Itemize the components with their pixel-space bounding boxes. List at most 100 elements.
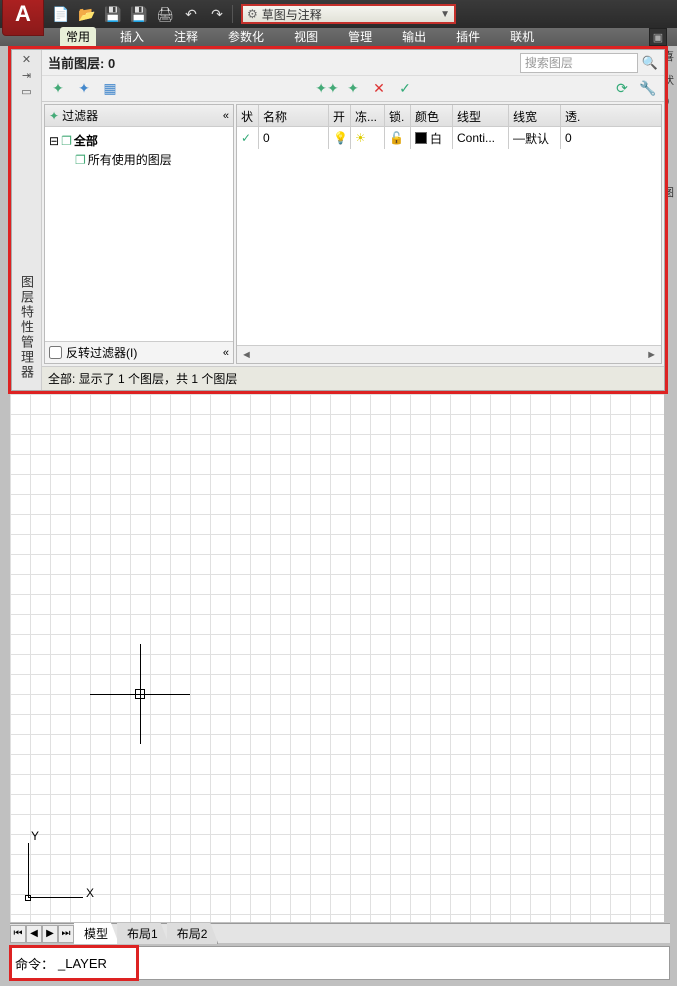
scroll-left-icon[interactable]: ◄: [241, 349, 252, 361]
lineweight-icon: —: [513, 131, 525, 145]
refresh-icon[interactable]: ⟳: [612, 79, 632, 99]
search-input[interactable]: 搜索图层: [520, 53, 638, 73]
pickbox-cursor: [135, 689, 145, 699]
col-lock[interactable]: 锁.: [385, 105, 411, 126]
tab-prev-icon[interactable]: ◀: [26, 925, 42, 943]
tab-output[interactable]: 输出: [396, 27, 432, 46]
col-freeze[interactable]: 冻...: [351, 105, 385, 126]
qat-separator: [232, 5, 233, 23]
filter-icon: ✦: [49, 109, 59, 123]
tree-all-label: 全部: [74, 132, 98, 149]
freeze-layer-icon[interactable]: ✦: [343, 79, 363, 99]
tree-item-all[interactable]: ⊟ ❐ 全部: [49, 131, 229, 150]
tab-annotate[interactable]: 注释: [168, 27, 204, 46]
tree-item-used[interactable]: ❐ 所有使用的图层: [49, 150, 229, 169]
settings-icon[interactable]: 🔧: [638, 79, 658, 99]
tab-layout1[interactable]: 布局1: [117, 923, 169, 944]
panel-side-controls: ✕ ⇥ ▭ 图层特性管理器: [12, 50, 42, 390]
tab-manage[interactable]: 管理: [342, 27, 378, 46]
saveas-icon[interactable]: 💾: [128, 3, 150, 25]
layout-tabs: ⏮ ◀ ▶ ⏭ 模型 布局1 布局2: [10, 923, 670, 943]
collapse-icon[interactable]: «: [223, 347, 229, 359]
command-label: 命令：: [15, 954, 54, 973]
print-icon[interactable]: 🖨: [154, 3, 176, 25]
new-group-icon[interactable]: ✦: [74, 79, 94, 99]
tab-parametric[interactable]: 参数化: [222, 27, 270, 46]
search-icon[interactable]: 🔍: [642, 55, 658, 71]
app-logo[interactable]: A: [2, 0, 44, 36]
undo-icon[interactable]: ↶: [180, 3, 202, 25]
edge-zero: 0: [663, 96, 677, 108]
check-icon: ✓: [241, 131, 251, 145]
layer-row[interactable]: ✓ 0 💡 ☀ 🔓 白 Conti... — 默认 0: [237, 127, 661, 149]
tab-model[interactable]: 模型: [74, 923, 119, 944]
linetype-value[interactable]: Conti...: [453, 127, 509, 149]
tab-online[interactable]: 联机: [504, 27, 540, 46]
lock-icon[interactable]: 🔓: [389, 131, 404, 145]
workspace-dropdown[interactable]: ⚙ 草图与注释 ▼: [241, 4, 456, 24]
scroll-right-icon[interactable]: ►: [646, 349, 657, 361]
open-icon[interactable]: 📂: [76, 3, 98, 25]
ribbon-options-icon[interactable]: ▣: [649, 28, 667, 46]
tab-next-icon[interactable]: ▶: [42, 925, 58, 943]
col-on[interactable]: 开: [329, 105, 351, 126]
color-label: 白: [430, 130, 442, 147]
ucs-x-label: X: [86, 886, 94, 900]
transparency-value[interactable]: 0: [561, 127, 587, 149]
tree-used-label: 所有使用的图层: [88, 151, 172, 168]
edge-icon[interactable]: 状: [663, 72, 677, 88]
tree-expand-icon[interactable]: ⊟: [49, 134, 59, 148]
delete-layer-icon[interactable]: ✕: [369, 79, 389, 99]
pin-icon[interactable]: ⇥: [19, 68, 35, 82]
menu-icon[interactable]: ▭: [19, 84, 35, 98]
current-layer-label: 当前图层: 0: [48, 53, 115, 72]
layer-grid: 状 名称 开 冻... 锁. 颜色 线型 线宽 透. ✓ 0 💡 ☀: [236, 104, 662, 364]
layer-name[interactable]: 0: [259, 127, 329, 149]
drawing-canvas[interactable]: Y X: [10, 394, 664, 922]
tab-home[interactable]: 常用: [60, 27, 96, 46]
tab-view[interactable]: 视图: [288, 27, 324, 46]
lightbulb-icon[interactable]: 💡: [333, 131, 348, 145]
new-layer-icon[interactable]: ✦✦: [317, 79, 337, 99]
save-icon[interactable]: 💾: [102, 3, 124, 25]
color-swatch[interactable]: [415, 132, 427, 144]
sun-icon[interactable]: ☀: [355, 131, 366, 145]
set-current-icon[interactable]: ✓: [395, 79, 415, 99]
new-filter-icon[interactable]: ✦: [48, 79, 68, 99]
invert-filter-checkbox[interactable]: [49, 346, 62, 359]
col-linetype[interactable]: 线型: [453, 105, 509, 126]
command-line[interactable]: 命令： _LAYER: [10, 946, 670, 980]
layer-status-bar: 全部: 显示了 1 个图层，共 1 个图层: [42, 366, 664, 390]
tab-layout2[interactable]: 布局2: [167, 923, 219, 944]
tab-first-icon[interactable]: ⏮: [10, 925, 26, 943]
col-lineweight[interactable]: 线宽: [509, 105, 561, 126]
col-status[interactable]: 状: [237, 105, 259, 126]
edge-icon[interactable]: 喜: [663, 48, 677, 64]
search-placeholder: 搜索图层: [525, 54, 573, 71]
filter-tree-panel: ✦ 过滤器 « ⊟ ❐ 全部 ❐ 所有使用的图层: [44, 104, 234, 364]
redo-icon[interactable]: ↷: [206, 3, 228, 25]
layer-states-icon[interactable]: ▦: [100, 79, 120, 99]
right-edge-toolbar: 喜 状 0 图: [663, 48, 677, 200]
ucs-origin: [25, 895, 31, 901]
close-icon[interactable]: ✕: [19, 52, 35, 66]
col-transparency[interactable]: 透.: [561, 105, 587, 126]
tab-insert[interactable]: 插入: [114, 27, 150, 46]
grid-background: [10, 394, 664, 922]
col-name[interactable]: 名称: [259, 105, 329, 126]
command-value: _LAYER: [58, 956, 107, 971]
layers-icon: ❐: [75, 153, 86, 167]
invert-filter-label: 反转过滤器(I): [66, 344, 137, 361]
filter-header-label: 过滤器: [62, 107, 98, 124]
tab-addins[interactable]: 插件: [450, 27, 486, 46]
grid-scrollbar[interactable]: ◄ ►: [237, 345, 661, 363]
layer-properties-panel: ✕ ⇥ ▭ 图层特性管理器 当前图层: 0 搜索图层 🔍 ✦ ✦ ▦ ✦✦ ✦ …: [11, 49, 665, 391]
gear-icon: ⚙: [247, 7, 258, 21]
edge-icon[interactable]: 图: [663, 184, 677, 200]
grid-header: 状 名称 开 冻... 锁. 颜色 线型 线宽 透.: [237, 105, 661, 127]
new-icon[interactable]: 📄: [50, 3, 72, 25]
tab-last-icon[interactable]: ⏭: [58, 925, 74, 943]
col-color[interactable]: 颜色: [411, 105, 453, 126]
collapse-icon[interactable]: «: [223, 110, 229, 122]
layers-icon: ❐: [61, 134, 72, 148]
